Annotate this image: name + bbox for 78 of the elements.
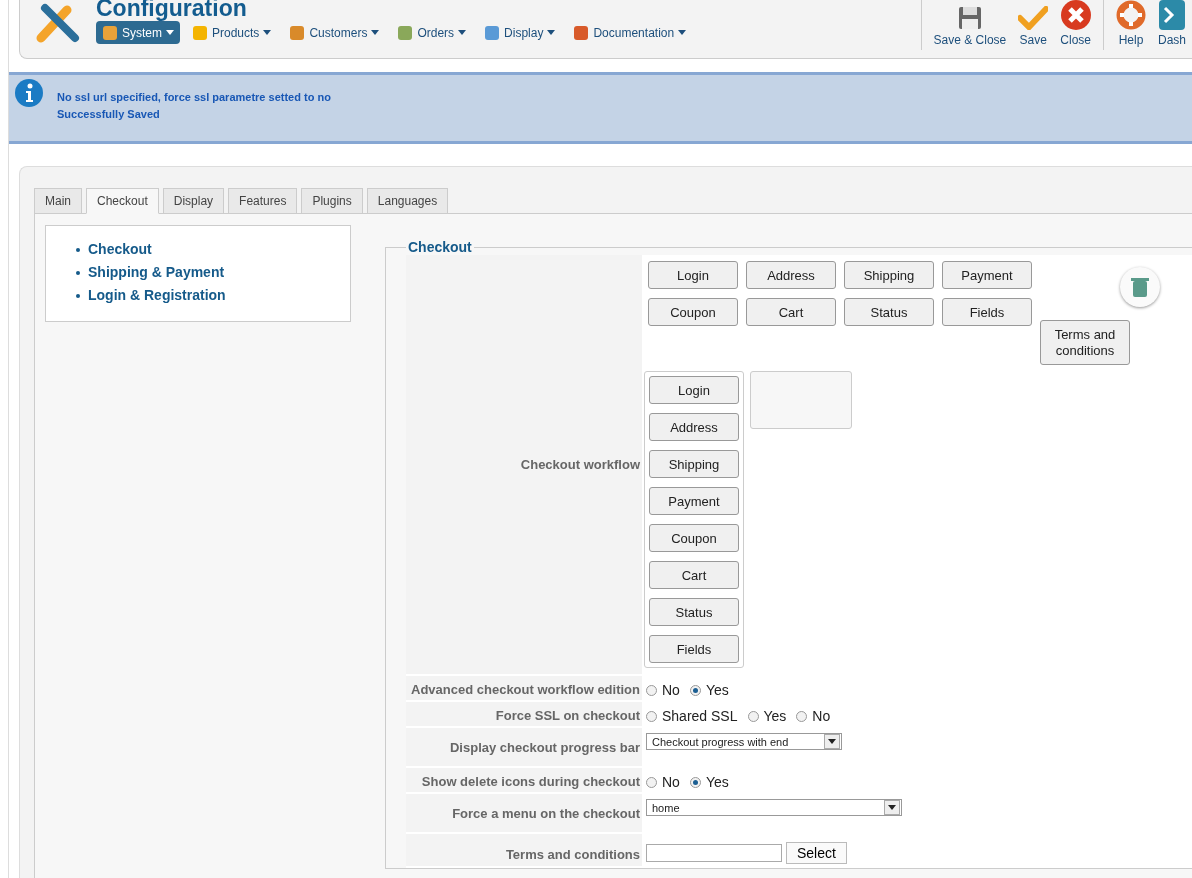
page-title: Configuration [96,0,248,19]
tools-icon [35,2,81,44]
step-button[interactable]: Payment [942,261,1032,289]
radio-button[interactable] [689,776,701,788]
tab[interactable]: Checkout [86,188,159,214]
nav-menu-item[interactable]: Display [478,21,562,44]
radio-button[interactable] [646,710,657,722]
tab[interactable]: Plugins [301,188,363,214]
nav-menu-item[interactable]: System [96,21,180,44]
radio-label: Yes [705,774,729,790]
radio-option[interactable]: No [646,774,680,790]
setting-label: Force SSL on checkout [406,702,642,726]
radio-option[interactable]: No [796,708,831,724]
section-link[interactable]: Checkout [88,238,152,261]
toolbar-button[interactable]: Save & Close [927,0,1013,50]
toolbar-button[interactable]: Help [1110,0,1152,50]
radio-label: Yes [763,708,787,724]
step-button[interactable]: Status [844,298,934,326]
dropdown-select[interactable]: home [646,799,902,816]
step-button[interactable]: Coupon [648,298,738,326]
step-button[interactable]: Login [649,376,739,404]
radio-label: Yes [705,682,729,698]
toolbar-button[interactable]: Dash [1152,0,1192,50]
tab[interactable]: Main [34,188,82,214]
radio-label: No [662,682,680,698]
radio-option[interactable]: Yes [747,708,787,724]
radio-button[interactable] [689,684,701,696]
trash-button[interactable] [1120,267,1160,307]
radio-button[interactable] [796,710,808,722]
step-button[interactable]: Coupon [649,524,739,552]
radio-label: No [812,708,831,724]
tab[interactable]: Features [228,188,298,214]
radio-button[interactable] [646,684,657,696]
tab[interactable]: Display [162,188,225,214]
message-text: Successfully Saved [57,108,161,120]
radio-button[interactable] [646,776,657,788]
step-button[interactable]: Payment [649,487,739,515]
toolbar-button[interactable]: Close [1054,0,1097,50]
setting-label: Terms and conditions [406,834,642,866]
radio-label: No [662,774,680,790]
fieldset-legend: Checkout [406,239,474,255]
nav-menu-item[interactable]: Orders [391,21,473,44]
section-link[interactable]: Shipping & Payment [88,261,225,284]
setting-label: Show delete icons during checkout [406,768,642,792]
tab[interactable]: Languages [366,188,449,214]
info-icon [15,79,43,107]
step-button[interactable]: Terms and conditions [1040,320,1130,365]
radio-button[interactable] [747,710,759,722]
setting-label: Display checkout progress bar [406,728,642,766]
step-button[interactable]: Fields [649,635,739,663]
nav-menu-item[interactable]: Customers [283,21,386,44]
nav-menu-item[interactable]: Products [186,21,278,44]
toolbar-button[interactable]: Save [1012,0,1055,50]
step-button[interactable]: Fields [942,298,1032,326]
step-button[interactable]: Login [648,261,738,289]
step-button[interactable]: Cart [746,298,836,326]
radio-option[interactable]: No [646,682,680,698]
trash-icon [1130,276,1150,298]
nav-menu-item[interactable]: Documentation [567,21,693,44]
radio-option[interactable]: Yes [689,682,729,698]
step-button[interactable]: Cart [649,561,739,589]
step-button[interactable]: Status [649,598,739,626]
step-button[interactable]: Address [649,413,739,441]
message-text: No ssl url specified, force ssl parametre setted to no [57,91,331,103]
setting-label: Force a menu on the checkout [406,794,642,832]
setting-label: Advanced checkout workflow edition [406,676,642,700]
radio-option[interactable]: Shared SSL [646,708,738,724]
section-link[interactable]: Login & Registration [88,284,226,307]
radio-option[interactable]: Yes [689,774,729,790]
step-button[interactable]: Address [746,261,836,289]
step-button[interactable]: Shipping [649,450,739,478]
text-field[interactable] [646,844,782,862]
radio-label: Shared SSL [662,708,738,724]
select-button[interactable]: Select [786,842,847,864]
checkmark-icon [1018,6,1049,30]
dropdown-select[interactable]: Checkout progress with end [646,733,842,750]
step-button[interactable]: Shipping [844,261,934,289]
setting-label: Checkout workflow [406,255,642,674]
